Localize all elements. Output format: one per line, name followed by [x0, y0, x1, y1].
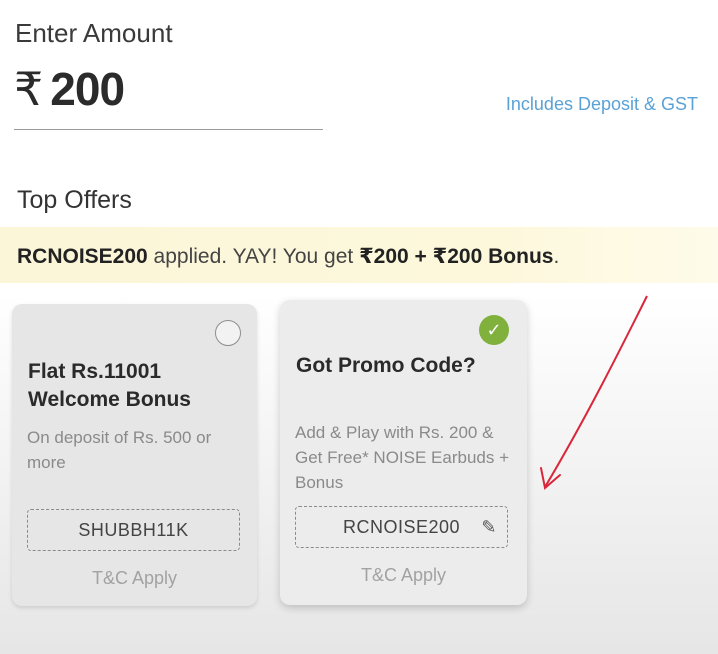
annotation-arrow-icon — [540, 295, 648, 490]
